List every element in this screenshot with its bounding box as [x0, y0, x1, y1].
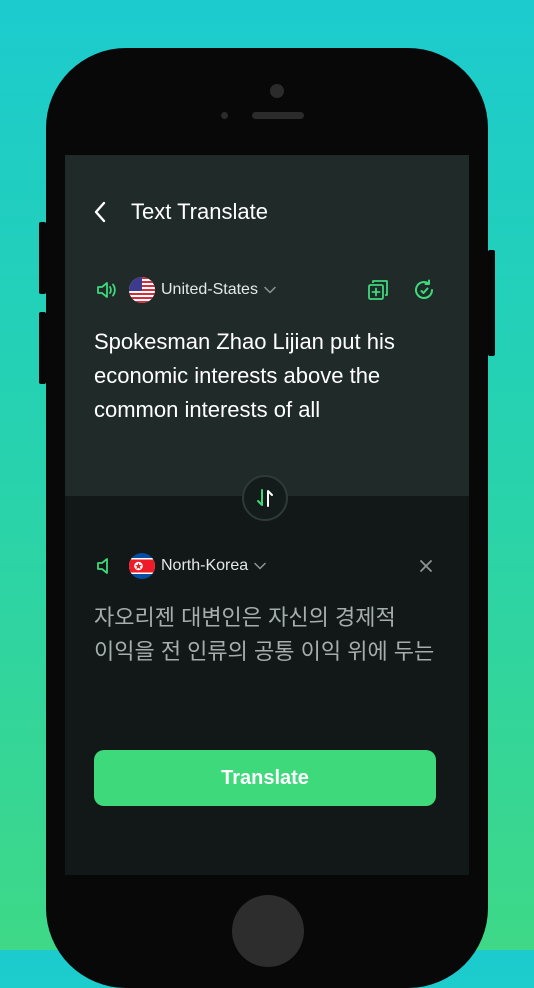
volume-up-button [39, 222, 46, 294]
proximity-sensor [221, 112, 228, 119]
close-icon[interactable] [417, 557, 435, 575]
source-language-label: United-States [161, 281, 258, 298]
swap-languages-button[interactable] [242, 475, 288, 521]
front-camera [270, 84, 284, 98]
translate-button[interactable]: Translate [94, 750, 436, 806]
home-button[interactable] [232, 895, 304, 967]
chevron-down-icon [254, 562, 266, 570]
chevron-down-icon [264, 286, 276, 294]
page-title: Text Translate [131, 199, 268, 224]
translated-text: 자오리젠 대변인은 자신의 경제적 이익을 전 인류의 공통 이익 위에 두는 [94, 605, 435, 664]
refresh-icon[interactable] [412, 278, 436, 302]
earpiece-speaker [252, 112, 304, 119]
power-button [488, 250, 495, 356]
back-arrow-icon[interactable] [91, 199, 111, 225]
speaker-icon[interactable] [95, 278, 119, 302]
source-language-selector[interactable]: United-States [95, 277, 276, 303]
speaker-icon[interactable] [95, 554, 119, 578]
target-language-label: North-Korea [161, 557, 249, 574]
swap-icon [257, 489, 273, 507]
target-language-selector[interactable]: North-Korea [95, 553, 266, 579]
copy-icon[interactable] [366, 278, 390, 302]
app-screen: Text Translate United-States Spokesman Z… [65, 155, 469, 875]
north-korea-flag-icon [129, 553, 155, 579]
source-text[interactable]: Spokesman Zhao Lijian put his economic i… [94, 325, 434, 427]
us-flag-icon [129, 277, 155, 303]
volume-down-button [39, 312, 46, 384]
